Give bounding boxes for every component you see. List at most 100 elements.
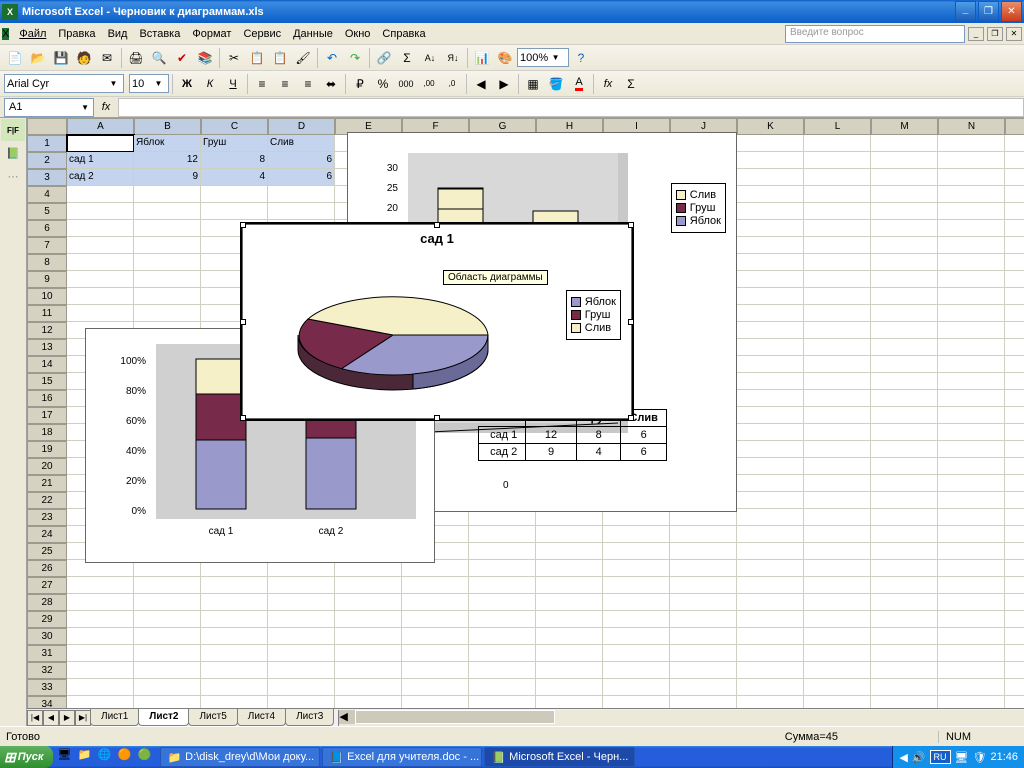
row-header-9[interactable]: 9 xyxy=(27,271,67,288)
cell-O29[interactable] xyxy=(1005,611,1024,628)
cell-L32[interactable] xyxy=(804,662,871,679)
cell-O9[interactable] xyxy=(1005,271,1024,288)
cell-L27[interactable] xyxy=(804,577,871,594)
cell-J28[interactable] xyxy=(670,594,737,611)
drawing-icon[interactable]: 🎨 xyxy=(494,47,516,69)
cell-H31[interactable] xyxy=(536,645,603,662)
cell-L21[interactable] xyxy=(804,475,871,492)
cell-M27[interactable] xyxy=(871,577,938,594)
menu-edit[interactable]: Правка xyxy=(52,26,101,42)
cell-K34[interactable] xyxy=(737,696,804,708)
col-header-K[interactable]: K xyxy=(737,118,804,135)
cell-D5[interactable] xyxy=(268,203,335,220)
cell-M6[interactable] xyxy=(871,220,938,237)
cell-K24[interactable] xyxy=(737,526,804,543)
row-header-17[interactable]: 17 xyxy=(27,407,67,424)
cell-A32[interactable] xyxy=(67,662,134,679)
cell-M3[interactable] xyxy=(871,169,938,186)
cell-E32[interactable] xyxy=(335,662,402,679)
cell-M21[interactable] xyxy=(871,475,938,492)
row-header-10[interactable]: 10 xyxy=(27,288,67,305)
mdi-minimize-button[interactable]: _ xyxy=(968,27,984,41)
start-button[interactable]: ⊞Пуск xyxy=(0,746,53,768)
cell-N33[interactable] xyxy=(938,679,1005,696)
cell-N10[interactable] xyxy=(938,288,1005,305)
cell-A27[interactable] xyxy=(67,577,134,594)
cell-A1[interactable] xyxy=(67,135,134,152)
ql-desktop-icon[interactable]: 🖥 xyxy=(57,748,75,766)
cell-B11[interactable] xyxy=(134,305,201,322)
cell-O18[interactable] xyxy=(1005,424,1024,441)
cell-G24[interactable] xyxy=(469,526,536,543)
cell-A30[interactable] xyxy=(67,628,134,645)
cell-B7[interactable] xyxy=(134,237,201,254)
dock-btn-3[interactable]: ⋯ xyxy=(1,165,25,187)
cell-H24[interactable] xyxy=(536,526,603,543)
row-header-16[interactable]: 16 xyxy=(27,390,67,407)
cell-M5[interactable] xyxy=(871,203,938,220)
cell-K3[interactable] xyxy=(737,169,804,186)
cell-L30[interactable] xyxy=(804,628,871,645)
cell-C27[interactable] xyxy=(201,577,268,594)
cell-N27[interactable] xyxy=(938,577,1005,594)
cell-H33[interactable] xyxy=(536,679,603,696)
cell-K28[interactable] xyxy=(737,594,804,611)
cell-B5[interactable] xyxy=(134,203,201,220)
cell-D28[interactable] xyxy=(268,594,335,611)
comma-icon[interactable]: 000 xyxy=(395,73,417,95)
cell-O14[interactable] xyxy=(1005,356,1024,373)
cell-B10[interactable] xyxy=(134,288,201,305)
cell-M7[interactable] xyxy=(871,237,938,254)
cell-D2[interactable]: 6 xyxy=(268,152,335,169)
tab-nav-first[interactable]: |◀ xyxy=(27,710,43,726)
cell-B8[interactable] xyxy=(134,254,201,271)
cell-L26[interactable] xyxy=(804,560,871,577)
increase-decimal-icon[interactable]: ,00 xyxy=(418,73,440,95)
row-header-28[interactable]: 28 xyxy=(27,594,67,611)
font-name-combo[interactable]: Arial Cyr▼ xyxy=(4,74,124,93)
undo-icon[interactable]: ↶ xyxy=(321,47,343,69)
cell-L9[interactable] xyxy=(804,271,871,288)
cell-M2[interactable] xyxy=(871,152,938,169)
chart-wizard-icon[interactable]: 📊 xyxy=(471,47,493,69)
cell-N8[interactable] xyxy=(938,254,1005,271)
col-header-L[interactable]: L xyxy=(804,118,871,135)
row-header-14[interactable]: 14 xyxy=(27,356,67,373)
cell-N15[interactable] xyxy=(938,373,1005,390)
cell-M24[interactable] xyxy=(871,526,938,543)
decrease-decimal-icon[interactable]: ,0 xyxy=(441,73,463,95)
close-button[interactable]: ✕ xyxy=(1001,1,1022,22)
cell-K12[interactable] xyxy=(737,322,804,339)
help-icon[interactable]: ? xyxy=(570,47,592,69)
cell-K25[interactable] xyxy=(737,543,804,560)
cell-N2[interactable] xyxy=(938,152,1005,169)
name-box[interactable]: A1▼ xyxy=(4,98,94,117)
cell-I27[interactable] xyxy=(603,577,670,594)
cell-L5[interactable] xyxy=(804,203,871,220)
row-header-19[interactable]: 19 xyxy=(27,441,67,458)
cell-N25[interactable] xyxy=(938,543,1005,560)
cell-O25[interactable] xyxy=(1005,543,1024,560)
cell-D4[interactable] xyxy=(268,186,335,203)
cell-M12[interactable] xyxy=(871,322,938,339)
cell-K8[interactable] xyxy=(737,254,804,271)
cell-K9[interactable] xyxy=(737,271,804,288)
cell-L22[interactable] xyxy=(804,492,871,509)
cell-A6[interactable] xyxy=(67,220,134,237)
cell-O28[interactable] xyxy=(1005,594,1024,611)
cell-A9[interactable] xyxy=(67,271,134,288)
cell-M13[interactable] xyxy=(871,339,938,356)
cell-G25[interactable] xyxy=(469,543,536,560)
cell-K27[interactable] xyxy=(737,577,804,594)
new-icon[interactable]: 📄 xyxy=(4,47,26,69)
cell-K1[interactable] xyxy=(737,135,804,152)
cell-F32[interactable] xyxy=(402,662,469,679)
row-header-20[interactable]: 20 xyxy=(27,458,67,475)
cell-A7[interactable] xyxy=(67,237,134,254)
cell-N34[interactable] xyxy=(938,696,1005,708)
cell-A34[interactable] xyxy=(67,696,134,708)
cell-L25[interactable] xyxy=(804,543,871,560)
cell-O12[interactable] xyxy=(1005,322,1024,339)
cell-N18[interactable] xyxy=(938,424,1005,441)
cell-O4[interactable] xyxy=(1005,186,1024,203)
